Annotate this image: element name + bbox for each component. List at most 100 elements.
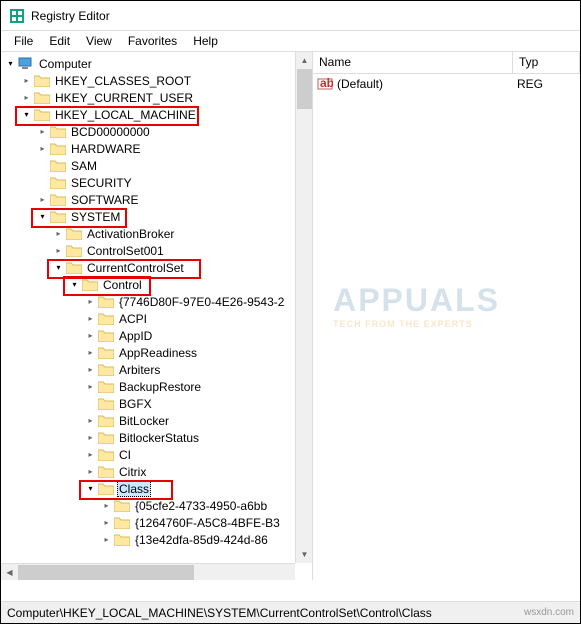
expander-icon[interactable] bbox=[37, 160, 48, 171]
tree-item-system[interactable]: ▾ SYSTEM bbox=[1, 208, 312, 225]
scrollbar-vertical[interactable]: ▲ ▼ bbox=[295, 52, 312, 563]
expander-icon[interactable] bbox=[37, 177, 48, 188]
scroll-left-icon[interactable]: ◀ bbox=[1, 564, 18, 580]
tree-item[interactable]: SAM bbox=[1, 157, 312, 174]
tree-item[interactable]: ▸ Arbiters bbox=[1, 361, 312, 378]
node-label: {7746D80F-97E0-4E26-9543-2 bbox=[117, 295, 286, 309]
scroll-thumb-h[interactable] bbox=[18, 565, 194, 580]
folder-icon bbox=[50, 193, 66, 206]
expander-closed-icon[interactable]: ▸ bbox=[21, 75, 32, 86]
tree-item[interactable]: SECURITY bbox=[1, 174, 312, 191]
tree-item-class[interactable]: ▾Class bbox=[1, 480, 312, 497]
tree-item[interactable]: ▸ {7746D80F-97E0-4E26-9543-2 bbox=[1, 293, 312, 310]
expander-closed-icon[interactable]: ▸ bbox=[53, 245, 64, 256]
expander-icon[interactable] bbox=[85, 398, 96, 409]
expander-closed-icon[interactable]: ▸ bbox=[101, 500, 112, 511]
window-title: Registry Editor bbox=[31, 9, 110, 23]
folder-icon bbox=[114, 516, 130, 529]
tree-item[interactable]: BGFX bbox=[1, 395, 312, 412]
scrollbar-horizontal[interactable]: ◀ ▶ bbox=[1, 563, 295, 580]
expander-open-icon[interactable]: ▾ bbox=[37, 211, 48, 222]
expander-closed-icon[interactable]: ▸ bbox=[85, 449, 96, 460]
expander-open-icon[interactable]: ▾ bbox=[5, 58, 16, 69]
scroll-up-icon[interactable]: ▲ bbox=[296, 52, 313, 69]
expander-closed-icon[interactable]: ▸ bbox=[85, 381, 96, 392]
node-label: Citrix bbox=[117, 465, 148, 479]
scroll-down-icon[interactable]: ▼ bbox=[296, 546, 313, 563]
expander-closed-icon[interactable]: ▸ bbox=[85, 296, 96, 307]
expander-closed-icon[interactable]: ▸ bbox=[85, 313, 96, 324]
node-label: Arbiters bbox=[117, 363, 162, 377]
tree-item-hkcr[interactable]: ▸HKEY_CLASSES_ROOT bbox=[1, 72, 312, 89]
list-pane[interactable]: Name Typ ab (Default) REG bbox=[313, 52, 580, 580]
expander-closed-icon[interactable]: ▸ bbox=[37, 143, 48, 154]
folder-icon bbox=[98, 329, 114, 342]
expander-closed-icon[interactable]: ▸ bbox=[101, 517, 112, 528]
menu-help[interactable]: Help bbox=[186, 32, 225, 50]
expander-open-icon[interactable]: ▾ bbox=[69, 279, 80, 290]
expander-closed-icon[interactable]: ▸ bbox=[53, 228, 64, 239]
column-type[interactable]: Typ bbox=[513, 52, 580, 73]
status-path: Computer\HKEY_LOCAL_MACHINE\SYSTEM\Curre… bbox=[7, 606, 432, 620]
scroll-thumb[interactable] bbox=[297, 69, 312, 109]
list-row[interactable]: ab (Default) REG bbox=[313, 74, 580, 94]
expander-open-icon[interactable]: ▾ bbox=[21, 109, 32, 120]
tree-item[interactable]: ▸HARDWARE bbox=[1, 140, 312, 157]
expander-open-icon[interactable]: ▾ bbox=[53, 262, 64, 273]
tree-item-hklm[interactable]: ▾ HKEY_LOCAL_MACHINE bbox=[1, 106, 312, 123]
expander-closed-icon[interactable]: ▸ bbox=[101, 534, 112, 545]
expander-closed-icon[interactable]: ▸ bbox=[21, 92, 32, 103]
tree-item[interactable]: ▸CI bbox=[1, 446, 312, 463]
tree-root[interactable]: ▾ Computer bbox=[1, 55, 312, 72]
node-label: BitlockerStatus bbox=[117, 431, 201, 445]
node-label: Control bbox=[101, 278, 144, 292]
folder-icon bbox=[114, 499, 130, 512]
node-label: HKEY_LOCAL_MACHINE bbox=[53, 108, 198, 122]
menu-file[interactable]: File bbox=[7, 32, 40, 50]
node-label: ActivationBroker bbox=[85, 227, 176, 241]
tree-item-hkcu[interactable]: ▸HKEY_CURRENT_USER bbox=[1, 89, 312, 106]
node-label: BCD00000000 bbox=[69, 125, 152, 139]
tree-item[interactable]: ▸SOFTWARE bbox=[1, 191, 312, 208]
folder-icon bbox=[50, 210, 66, 223]
expander-closed-icon[interactable]: ▸ bbox=[37, 194, 48, 205]
expander-closed-icon[interactable]: ▸ bbox=[85, 466, 96, 477]
tree-item[interactable]: ▸{05cfe2-4733-4950-a6bb bbox=[1, 497, 312, 514]
tree-item[interactable]: ▸ BCD00000000 bbox=[1, 123, 312, 140]
tree-item[interactable]: ▸ AppReadiness bbox=[1, 344, 312, 361]
node-label: CurrentControlSet bbox=[85, 261, 186, 275]
tree-pane[interactable]: ▾ Computer ▸HKEY_CLASSES_ROOT ▸HKEY_CURR… bbox=[1, 52, 313, 580]
expander-closed-icon[interactable]: ▸ bbox=[85, 330, 96, 341]
column-name[interactable]: Name bbox=[313, 52, 513, 73]
node-label: SYSTEM bbox=[69, 210, 122, 224]
folder-icon bbox=[50, 142, 66, 155]
tree-item[interactable]: ▸ ActivationBroker bbox=[1, 225, 312, 242]
tree-item[interactable]: ▸AppID bbox=[1, 327, 312, 344]
expander-closed-icon[interactable]: ▸ bbox=[85, 347, 96, 358]
folder-icon bbox=[66, 227, 82, 240]
expander-closed-icon[interactable]: ▸ bbox=[85, 432, 96, 443]
tree-item-currentcontrolset[interactable]: ▾ CurrentControlSet bbox=[1, 259, 312, 276]
node-label: AppReadiness bbox=[117, 346, 199, 360]
menu-favorites[interactable]: Favorites bbox=[121, 32, 184, 50]
tree-item[interactable]: ▸ACPI bbox=[1, 310, 312, 327]
tree-item[interactable]: ▸ BitlockerStatus bbox=[1, 429, 312, 446]
expander-closed-icon[interactable]: ▸ bbox=[37, 126, 48, 137]
expander-open-icon[interactable]: ▾ bbox=[85, 483, 96, 494]
expander-closed-icon[interactable]: ▸ bbox=[85, 364, 96, 375]
folder-icon bbox=[98, 482, 114, 495]
tree-item[interactable]: ▸{13e42dfa-85d9-424d-86 bbox=[1, 531, 312, 548]
menu-view[interactable]: View bbox=[79, 32, 119, 50]
menu-edit[interactable]: Edit bbox=[42, 32, 77, 50]
tree-item[interactable]: ▸BackupRestore bbox=[1, 378, 312, 395]
tree-item[interactable]: ▸ControlSet001 bbox=[1, 242, 312, 259]
tree-item[interactable]: ▸{1264760F-A5C8-4BFE-B3 bbox=[1, 514, 312, 531]
content-area: ▾ Computer ▸HKEY_CLASSES_ROOT ▸HKEY_CURR… bbox=[1, 51, 580, 580]
folder-icon bbox=[98, 431, 114, 444]
tree-item-control[interactable]: ▾ Control bbox=[1, 276, 312, 293]
node-label: SAM bbox=[69, 159, 99, 173]
tree-item[interactable]: ▸BitLocker bbox=[1, 412, 312, 429]
folder-icon bbox=[66, 244, 82, 257]
expander-closed-icon[interactable]: ▸ bbox=[85, 415, 96, 426]
tree-item[interactable]: ▸ Citrix bbox=[1, 463, 312, 480]
